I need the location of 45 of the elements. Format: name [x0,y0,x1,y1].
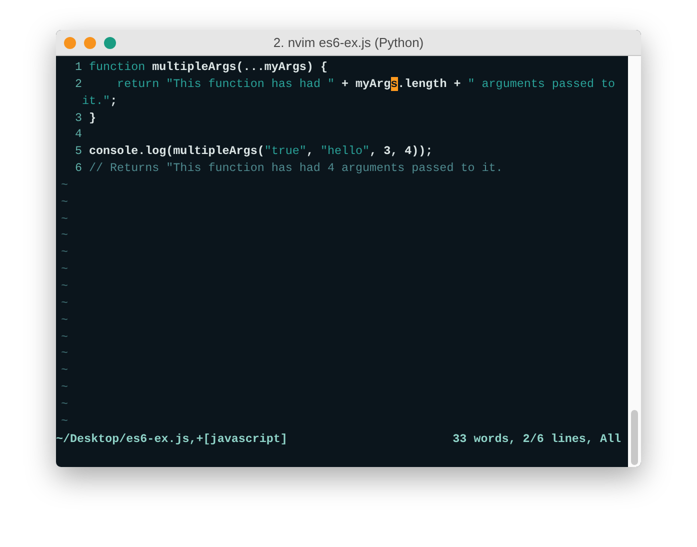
code-text: , [306,144,314,158]
zoom-button[interactable] [104,36,116,48]
status-position: 33 words, 2/6 lines, All [452,431,621,448]
keyword: function [89,60,146,74]
code-text: + myArg [340,76,391,91]
empty-line-marker: ~ [60,278,70,295]
empty-line-marker: ~ [60,294,70,312]
string-literal: "This function has had " [166,76,334,91]
string-literal: " arguments passed to [468,76,616,91]
empty-line-marker: ~ [60,379,70,396]
line-number: 4 [74,126,83,144]
window-title: 2. nvim es6-ex.js (Python) [272,34,425,52]
scrollbar-thumb[interactable] [631,410,638,465]
empty-line-marker: ~ [60,345,70,362]
empty-line-marker: ~ [60,210,70,228]
status-file: ~/Desktop/es6-ex.js,+[javascript] [56,431,288,448]
empty-line-marker: ~ [60,194,70,211]
code-text: , 3, 4)); [370,144,433,158]
minimize-button[interactable] [84,36,96,48]
empty-line-marker: ~ [60,261,70,278]
keyword: return [116,76,160,91]
text-cursor: s [390,76,398,91]
string-literal: it." [82,94,110,108]
code-text: .length + [398,76,462,91]
empty-line-marker: ~ [60,312,70,328]
code-text: multipleArgs(...myArgs) { [152,60,328,74]
line-number: 5 [74,143,83,160]
line-number: 6 [74,160,83,177]
empty-line-marker: ~ [60,227,70,244]
empty-line-marker: ~ [60,396,70,413]
empty-line-marker: ~ [60,244,70,262]
empty-line-marker: ~ [60,362,70,380]
code-text: console.log(multipleArgs( [89,144,264,158]
code-comment: // Returns "This function has had 4 arguments passed to it. [89,161,503,176]
string-literal: "true" [264,144,306,158]
code-text: } [89,110,96,125]
line-number: 3 [74,110,83,126]
string-literal: "hello" [320,144,370,158]
line-number: 1 [74,59,83,76]
empty-line-marker: ~ [60,328,70,346]
empty-line-marker: ~ [60,176,70,194]
line-number: 2 [74,76,83,93]
empty-line-marker: ~ [60,412,70,430]
code-text: ; [110,94,118,108]
close-button[interactable] [64,36,76,48]
